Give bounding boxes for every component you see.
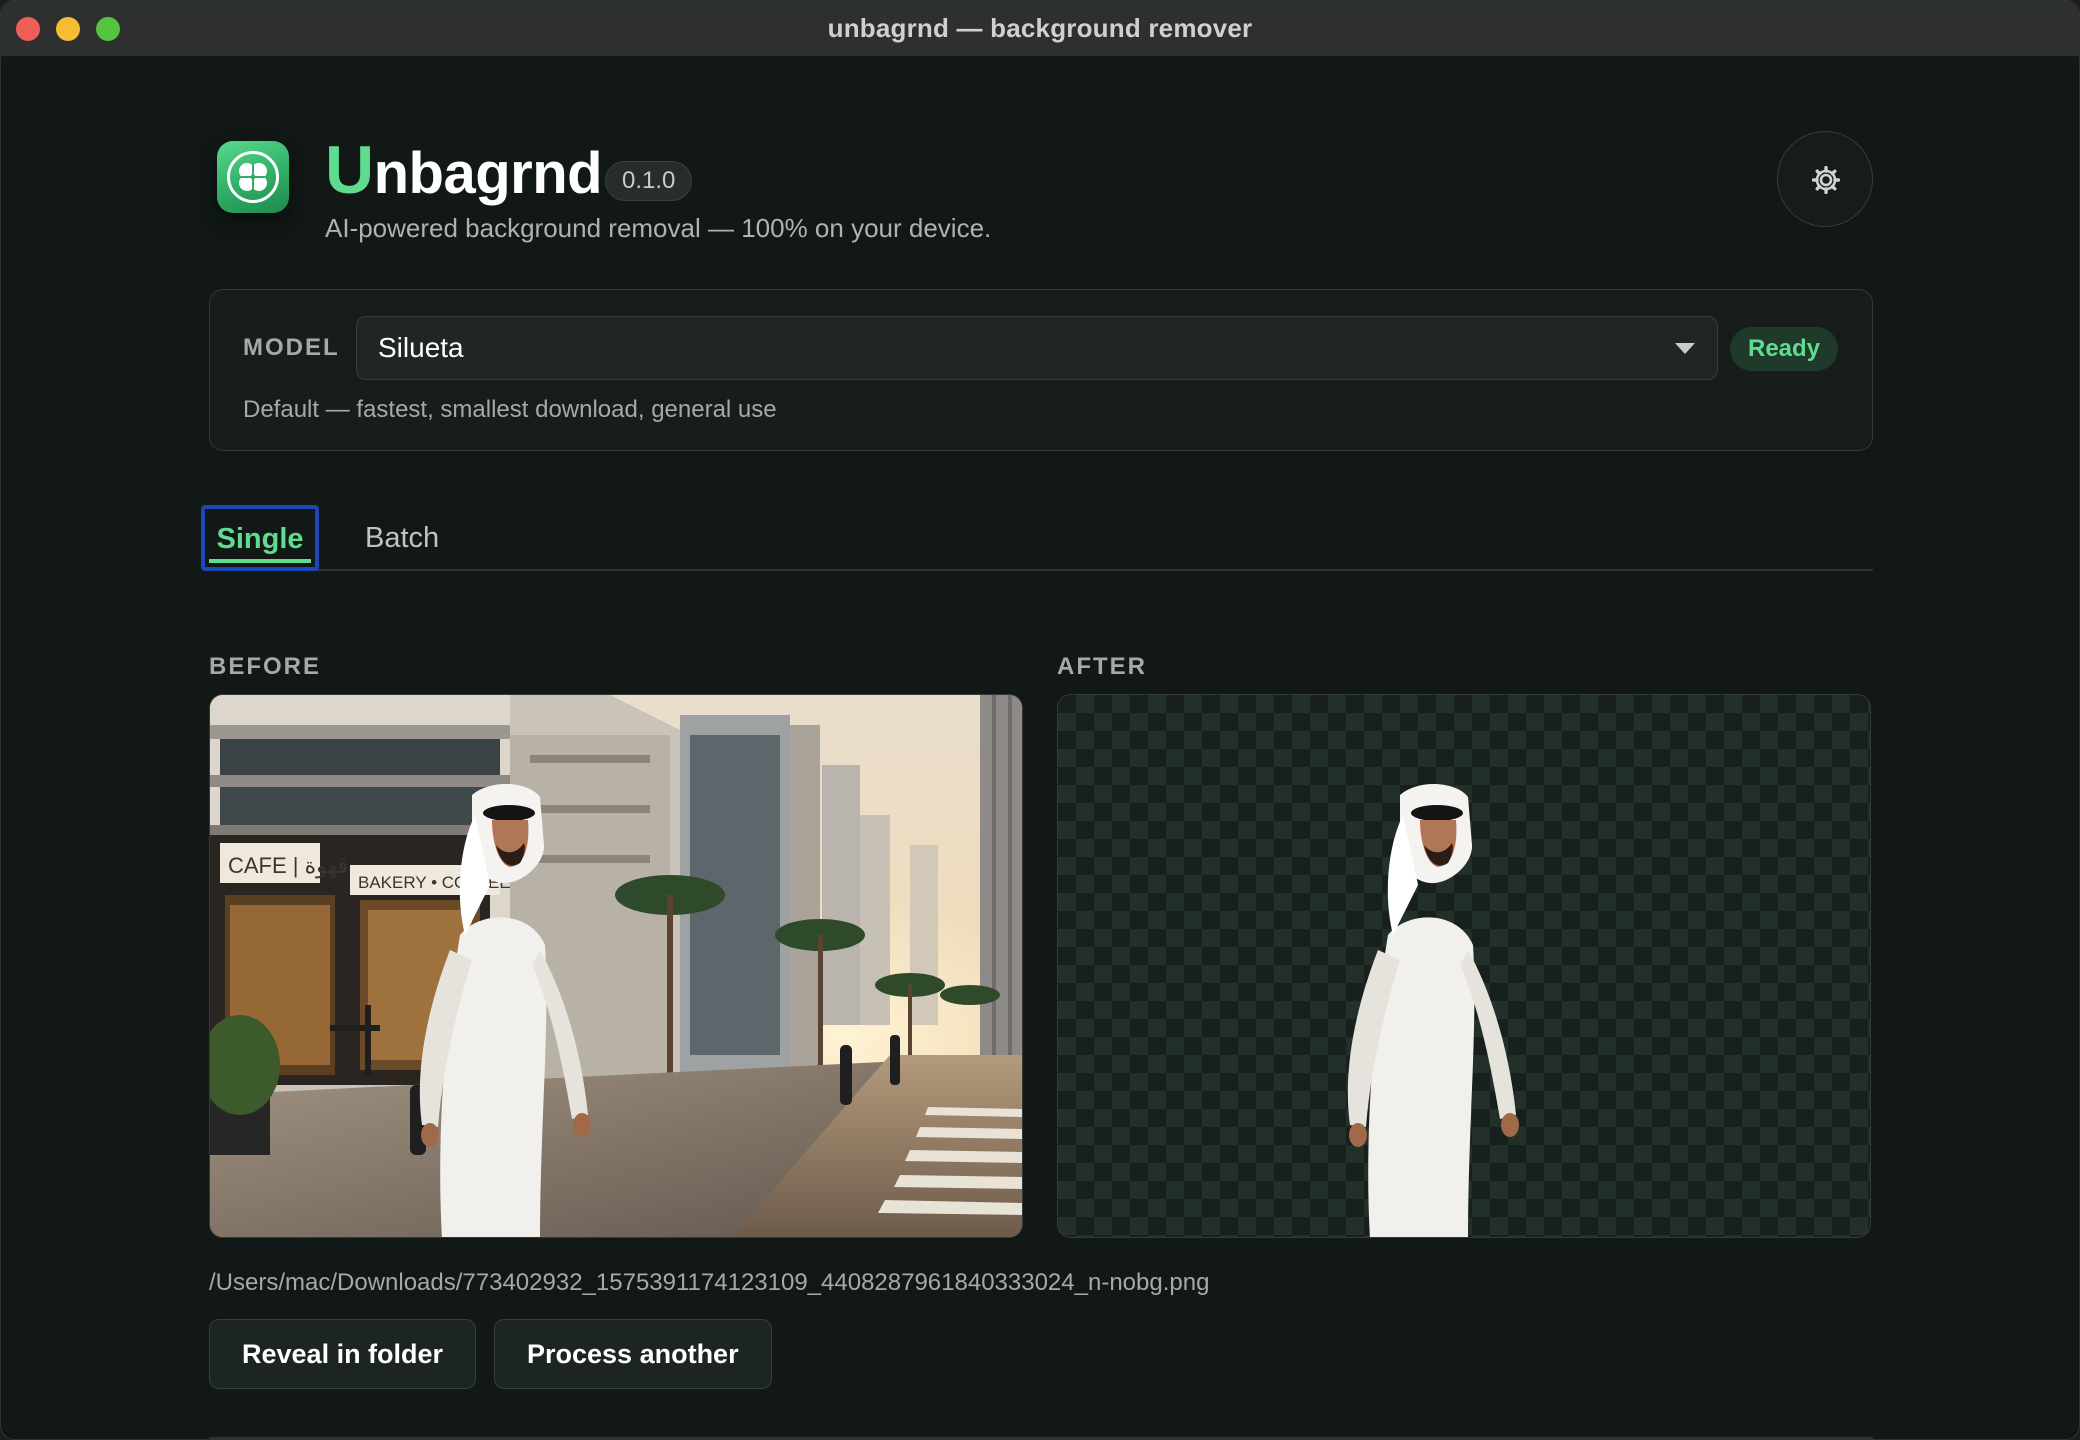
before-label: BEFORE: [209, 653, 322, 680]
app-name: Unbagrnd: [325, 131, 603, 208]
model-description: Default — fastest, smallest download, ge…: [243, 396, 777, 423]
after-label: AFTER: [1057, 653, 1147, 680]
chevron-down-icon: [1675, 343, 1695, 354]
app-logo-icon: [217, 141, 289, 213]
tab-single-label: Single: [216, 523, 304, 555]
svg-text:CAFE | قهوة: CAFE | قهوة: [228, 853, 348, 879]
settings-button[interactable]: [1777, 131, 1873, 227]
process-another-button[interactable]: Process another: [494, 1319, 772, 1389]
model-select-value: Silueta: [378, 332, 464, 363]
reveal-in-folder-button[interactable]: Reveal in folder: [209, 1319, 477, 1389]
window-title: unbagrnd — background remover: [827, 13, 1253, 43]
active-tab-indicator: [209, 559, 311, 563]
tab-single[interactable]: Single: [201, 505, 319, 571]
output-file-path: /Users/mac/Downloads/773402932_157539117…: [209, 1269, 1210, 1296]
tab-batch[interactable]: Batch: [365, 505, 439, 571]
model-label: MODEL: [243, 334, 340, 361]
gear-icon: [1812, 166, 1840, 194]
model-select[interactable]: Silueta: [356, 316, 1718, 380]
model-card: MODEL Silueta Ready Default — fastest, s…: [209, 289, 1873, 451]
app-name-initial: U: [325, 132, 374, 208]
app-name-rest: nbagrnd: [373, 141, 603, 206]
footer-divider: [209, 1437, 1873, 1439]
app-window: unbagrnd — background remover Unbagrnd 0…: [0, 0, 2080, 1440]
app-tagline: AI-powered background removal — 100% on …: [325, 213, 992, 243]
before-image: CAFE | قهوة BAKERY • COFFEE: [209, 694, 1023, 1238]
after-image: [1057, 694, 1871, 1238]
status-badge: Ready: [1730, 327, 1839, 371]
title-bar: unbagrnd — background remover: [1, 1, 2079, 57]
tabs-divider: [209, 569, 1873, 571]
version-badge: 0.1.0: [605, 161, 693, 201]
mode-tabs: Single Batch: [201, 481, 1873, 571]
